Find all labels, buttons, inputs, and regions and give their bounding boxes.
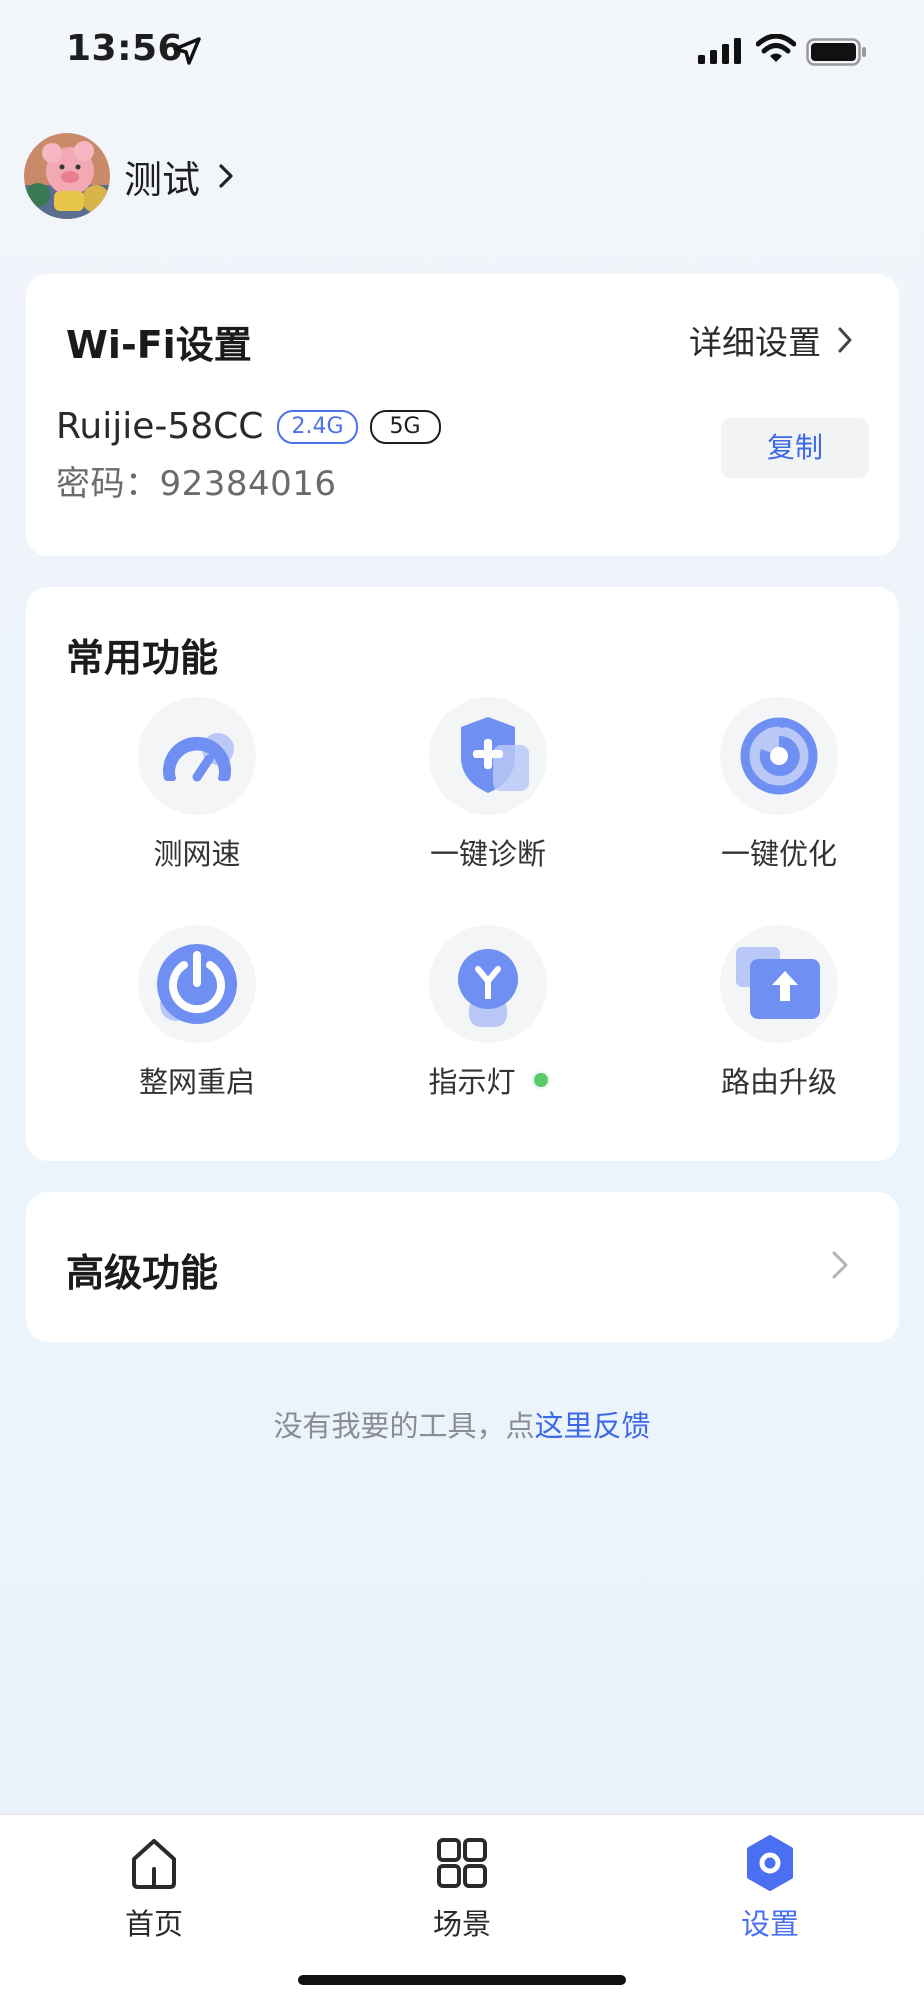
speed-test-label: 测网速: [153, 837, 241, 871]
status-time: 13:56: [66, 28, 184, 69]
chevron-right-icon[interactable]: [218, 163, 234, 189]
optimize-label: 一键优化: [720, 837, 837, 871]
advanced-functions-title[interactable]: 高级功能: [66, 1242, 218, 1297]
tab-scenes[interactable]: 场景: [382, 1835, 542, 1943]
home-indicator: [298, 1975, 626, 1985]
home-icon: [132, 1839, 176, 1889]
optimize-button[interactable]: [720, 697, 838, 815]
tab-scenes-label[interactable]: 场景: [382, 1901, 542, 1943]
chevron-right-icon[interactable]: [831, 1250, 849, 1280]
diagnose-label: 一键诊断: [429, 837, 546, 871]
tab-settings[interactable]: 设置: [690, 1835, 850, 1943]
bottom-tab-bar: 首页 场景 设置: [0, 1814, 924, 2001]
restart-label: 整网重启: [138, 1065, 255, 1099]
speed-test-item[interactable]: 测网速: [87, 697, 307, 873]
band-24g-badge: 2.4G: [277, 409, 358, 444]
router-upgrade-button[interactable]: [720, 925, 838, 1043]
feedback-link[interactable]: 这里反馈: [535, 1409, 651, 1443]
indicator-status-dot: [533, 1073, 548, 1087]
profile-name[interactable]: 测试: [124, 149, 200, 204]
detail-settings-label[interactable]: 详细设置: [689, 316, 821, 364]
chevron-right-icon[interactable]: [837, 326, 853, 354]
wifi-ssid: Ruijie-58CC: [56, 406, 264, 447]
tab-home-label[interactable]: 首页: [74, 1901, 234, 1943]
cellular-signal-icon: [698, 38, 741, 64]
speed-test-button[interactable]: [138, 697, 256, 815]
restart-button[interactable]: [138, 925, 256, 1043]
location-arrow-icon: [173, 37, 201, 65]
tab-home[interactable]: 首页: [74, 1835, 234, 1943]
feedback-line: 没有我要的工具，点这里反馈: [0, 1403, 924, 1445]
status-bar: 13:56: [0, 0, 924, 110]
timer-icon: [740, 717, 818, 795]
router-upgrade-item[interactable]: 路由升级: [669, 925, 889, 1101]
band-5g-badge: 5G: [369, 409, 441, 444]
common-functions-title: 常用功能: [66, 636, 219, 680]
tab-settings-label[interactable]: 设置: [690, 1901, 850, 1943]
power-icon: [157, 944, 237, 1024]
indicator-light-label: 指示灯: [428, 1065, 516, 1099]
battery-icon: [806, 38, 866, 66]
speedometer-icon: [163, 733, 234, 782]
diagnose-item[interactable]: 一键诊断: [378, 697, 598, 873]
wifi-settings-card: Wi-Fi设置 详细设置 Ruijie-58CC 2.4G 5G 密码：9238…: [26, 274, 899, 556]
wifi-signal-icon: [756, 34, 796, 62]
indicator-light-button[interactable]: [429, 925, 547, 1043]
upgrade-icon: [736, 947, 820, 1019]
profile-header[interactable]: 测试: [24, 132, 234, 220]
shield-plus-icon: [461, 717, 529, 793]
avatar-image-icon: [24, 133, 110, 219]
password-row: 密码：92384016: [56, 456, 337, 505]
avatar[interactable]: [24, 133, 110, 219]
common-functions-card: 常用功能 测网速 一键诊断 一键优化 整网重启 指示灯 路由升级: [26, 587, 899, 1161]
bulb-icon: [458, 949, 518, 1027]
router-upgrade-label: 路由升级: [720, 1065, 837, 1099]
detail-settings-link[interactable]: 详细设置: [689, 316, 853, 364]
optimize-item[interactable]: 一键优化: [669, 697, 889, 873]
feedback-text: 没有我要的工具，点: [273, 1409, 535, 1443]
restart-item[interactable]: 整网重启: [87, 925, 307, 1101]
indicator-light-label-wrap: 指示灯: [428, 1059, 548, 1101]
wifi-settings-title: Wi-Fi设置: [66, 323, 252, 367]
indicator-light-item[interactable]: 指示灯: [378, 925, 598, 1101]
advanced-functions-card[interactable]: 高级功能: [26, 1192, 899, 1342]
copy-password-button[interactable]: 复制: [721, 418, 869, 478]
diagnose-button[interactable]: [429, 697, 547, 815]
settings-gear-icon: [747, 1835, 793, 1891]
wifi-password: 92384016: [159, 464, 337, 504]
ssid-row: Ruijie-58CC 2.4G 5G: [56, 406, 441, 447]
grid-icon: [437, 1838, 487, 1888]
password-label: 密码：: [56, 464, 160, 504]
